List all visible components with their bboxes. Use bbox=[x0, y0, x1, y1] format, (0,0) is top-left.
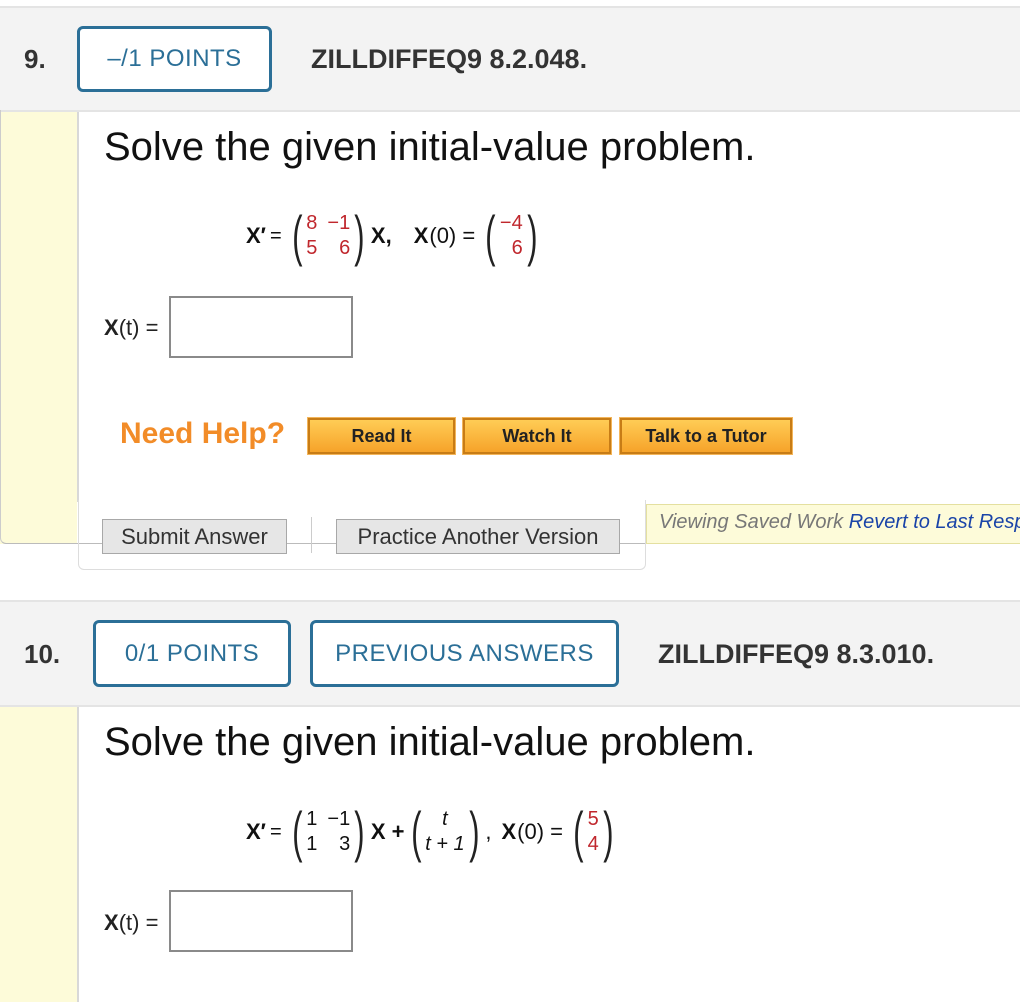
q10-m12: −1 bbox=[327, 808, 351, 830]
watch-it-button[interactable]: Watch It bbox=[462, 417, 612, 455]
talk-to-tutor-button[interactable]: Talk to a Tutor bbox=[619, 417, 793, 455]
q9-answer-input[interactable] bbox=[169, 296, 353, 358]
q9-matrix: ( 8 −1 5 6 ) bbox=[291, 204, 365, 267]
q10-m22: 3 bbox=[339, 833, 351, 855]
button-separator bbox=[311, 517, 312, 553]
q9-v1: −4 bbox=[499, 212, 523, 234]
q10-f1: t bbox=[442, 808, 448, 830]
q9-x0-arg: (0) = bbox=[429, 223, 476, 248]
q10-yellow-bar bbox=[0, 707, 77, 1002]
q10-answer-label: X(t) = bbox=[104, 910, 159, 935]
q10-eq-equals: = bbox=[269, 820, 282, 843]
q9-m22: 6 bbox=[339, 237, 351, 259]
q10-equation: X′ = ( 1 −1 1 3 ) X + ( t t + 1 ) , X (0… bbox=[246, 796, 619, 868]
q9-eq-lhs: X′ bbox=[246, 223, 266, 248]
q10-forcing-vector: ( t t + 1 ) bbox=[410, 800, 480, 863]
submit-answer-button[interactable]: Submit Answer bbox=[102, 519, 287, 554]
q10-m11: 1 bbox=[306, 808, 318, 830]
q10-answer-input[interactable] bbox=[169, 890, 353, 952]
q10-prompt: Solve the given initial-value problem. bbox=[104, 720, 756, 764]
q9-number: 9. bbox=[24, 44, 46, 74]
q9-m21: 5 bbox=[306, 237, 318, 259]
q9-problem-code: ZILLDIFFEQ9 8.2.048. bbox=[311, 44, 588, 74]
q10-matrix: ( 1 −1 1 3 ) bbox=[291, 800, 365, 863]
q10-f2: t + 1 bbox=[425, 833, 465, 855]
q9-equation: X′ = ( 8 −1 5 6 ) X, X (0) = ( −4 6 ) bbox=[246, 200, 543, 272]
q10-eq-lhs: X′ bbox=[246, 819, 266, 844]
q9-m12: −1 bbox=[327, 212, 351, 234]
need-help-label: Need Help? bbox=[120, 417, 286, 450]
practice-another-version-button[interactable]: Practice Another Version bbox=[336, 519, 620, 554]
previous-answers-button[interactable]: PREVIOUS ANSWERS bbox=[310, 620, 619, 687]
q10-initial-vector: ( 5 4 ) bbox=[573, 800, 614, 863]
q10-x0-arg: (0) = bbox=[517, 819, 563, 844]
q9-m11: 8 bbox=[306, 212, 318, 234]
q9-eq-equals: = bbox=[269, 224, 282, 247]
q10-v2: 4 bbox=[587, 833, 599, 855]
q10-comma: , bbox=[485, 819, 492, 844]
q10-m21: 1 bbox=[306, 833, 318, 855]
q10-number: 10. bbox=[24, 639, 61, 669]
q9-answer-label: X(t) = bbox=[104, 315, 159, 340]
q9-v2: 6 bbox=[511, 237, 523, 259]
q10-problem-code: ZILLDIFFEQ9 8.3.010. bbox=[658, 639, 935, 669]
viewing-saved-work-text: Viewing Saved Work bbox=[659, 511, 844, 533]
q10-eq-x-plus: X + bbox=[370, 819, 405, 844]
saved-work-notice: Viewing Saved Work Revert to Last Respon… bbox=[646, 504, 1020, 544]
q9-divider bbox=[77, 112, 79, 502]
q10-points-button[interactable]: 0/1 POINTS bbox=[93, 620, 291, 687]
q9-prompt: Solve the given initial-value problem. bbox=[104, 125, 756, 169]
q10-divider bbox=[77, 707, 79, 1002]
read-it-button[interactable]: Read It bbox=[307, 417, 456, 455]
q10-v1: 5 bbox=[587, 808, 599, 830]
q9-points-button[interactable]: –/1 POINTS bbox=[77, 26, 272, 92]
revert-link[interactable]: Revert to Last Response bbox=[849, 511, 1020, 533]
q9-eq-x: X, bbox=[370, 223, 392, 248]
q9-initial-vector: ( −4 6 ) bbox=[485, 204, 538, 267]
q10-x0-label: X bbox=[501, 819, 517, 844]
q9-x0-label: X bbox=[413, 223, 429, 248]
